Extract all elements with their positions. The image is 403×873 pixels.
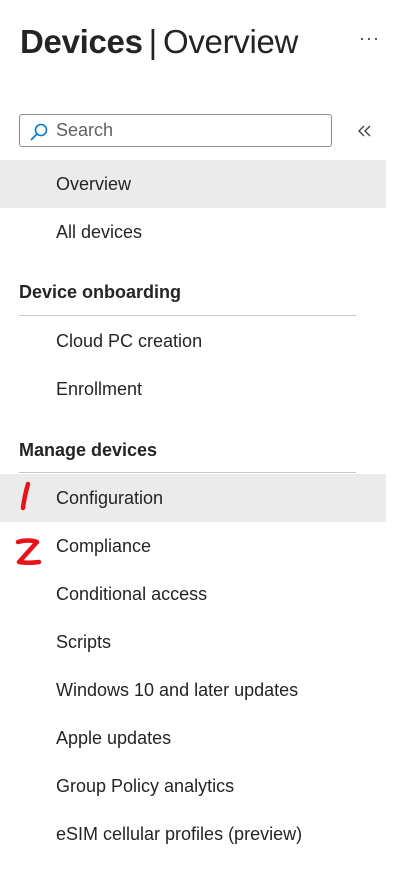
nav-item-label: Configuration xyxy=(56,488,164,508)
nav-item-label: Overview xyxy=(56,174,132,194)
nav-item-label: eSIM cellular profiles (preview) xyxy=(56,824,303,844)
nav-item-conditional-access[interactable]: Conditional access xyxy=(0,570,386,618)
search-input[interactable] xyxy=(56,115,326,146)
nav-item-label: Windows 10 and later updates xyxy=(56,680,299,700)
page-title-sub: Overview xyxy=(162,23,299,60)
nav-item-group-policy-analytics[interactable]: Group Policy analytics xyxy=(0,762,386,810)
more-options-button[interactable]: ··· xyxy=(359,28,380,49)
nav-item-enrollment[interactable]: Enrollment xyxy=(0,365,386,413)
nav-item-label: Cloud PC creation xyxy=(56,331,203,351)
nav-item-label: Group Policy analytics xyxy=(56,776,235,796)
section-divider xyxy=(19,315,356,316)
nav-item-compliance[interactable]: Compliance xyxy=(0,522,386,570)
nav-item-windows-updates[interactable]: Windows 10 and later updates xyxy=(0,666,386,714)
nav-item-label: Conditional access xyxy=(56,584,208,604)
nav-item-label: Apple updates xyxy=(56,728,172,748)
annotation-number-2 xyxy=(15,538,42,565)
nav-item-overview[interactable]: Overview xyxy=(0,160,386,208)
section-divider xyxy=(19,472,356,473)
page-title-main: Devices xyxy=(20,23,143,60)
nav-item-scripts[interactable]: Scripts xyxy=(0,618,386,666)
nav-item-cloud-pc-creation[interactable]: Cloud PC creation xyxy=(0,317,386,365)
page-header: Devices | Overview ··· xyxy=(20,20,390,64)
annotation-number-1 xyxy=(20,481,31,511)
search-box[interactable] xyxy=(19,114,332,147)
section-header-manage-devices: Manage devices xyxy=(19,440,158,460)
double-chevron-left-icon[interactable] xyxy=(354,120,376,142)
section-header-device-onboarding: Device onboarding xyxy=(19,282,182,302)
nav-item-label: All devices xyxy=(56,222,143,242)
page-title: Devices | Overview xyxy=(20,20,390,64)
title-separator: | xyxy=(148,23,158,60)
nav-item-configuration[interactable]: Configuration xyxy=(0,474,386,522)
nav-item-label: Scripts xyxy=(56,632,112,652)
more-horizontal-icon: ··· xyxy=(359,28,380,48)
nav-item-label: Enrollment xyxy=(56,379,143,399)
search-icon xyxy=(30,123,48,141)
nav-item-apple-updates[interactable]: Apple updates xyxy=(0,714,386,762)
nav-item-all-devices[interactable]: All devices xyxy=(0,208,386,256)
nav-item-esim-cellular-profiles[interactable]: eSIM cellular profiles (preview) xyxy=(0,810,386,858)
search-row xyxy=(19,114,384,148)
nav-item-label: Compliance xyxy=(56,536,152,556)
